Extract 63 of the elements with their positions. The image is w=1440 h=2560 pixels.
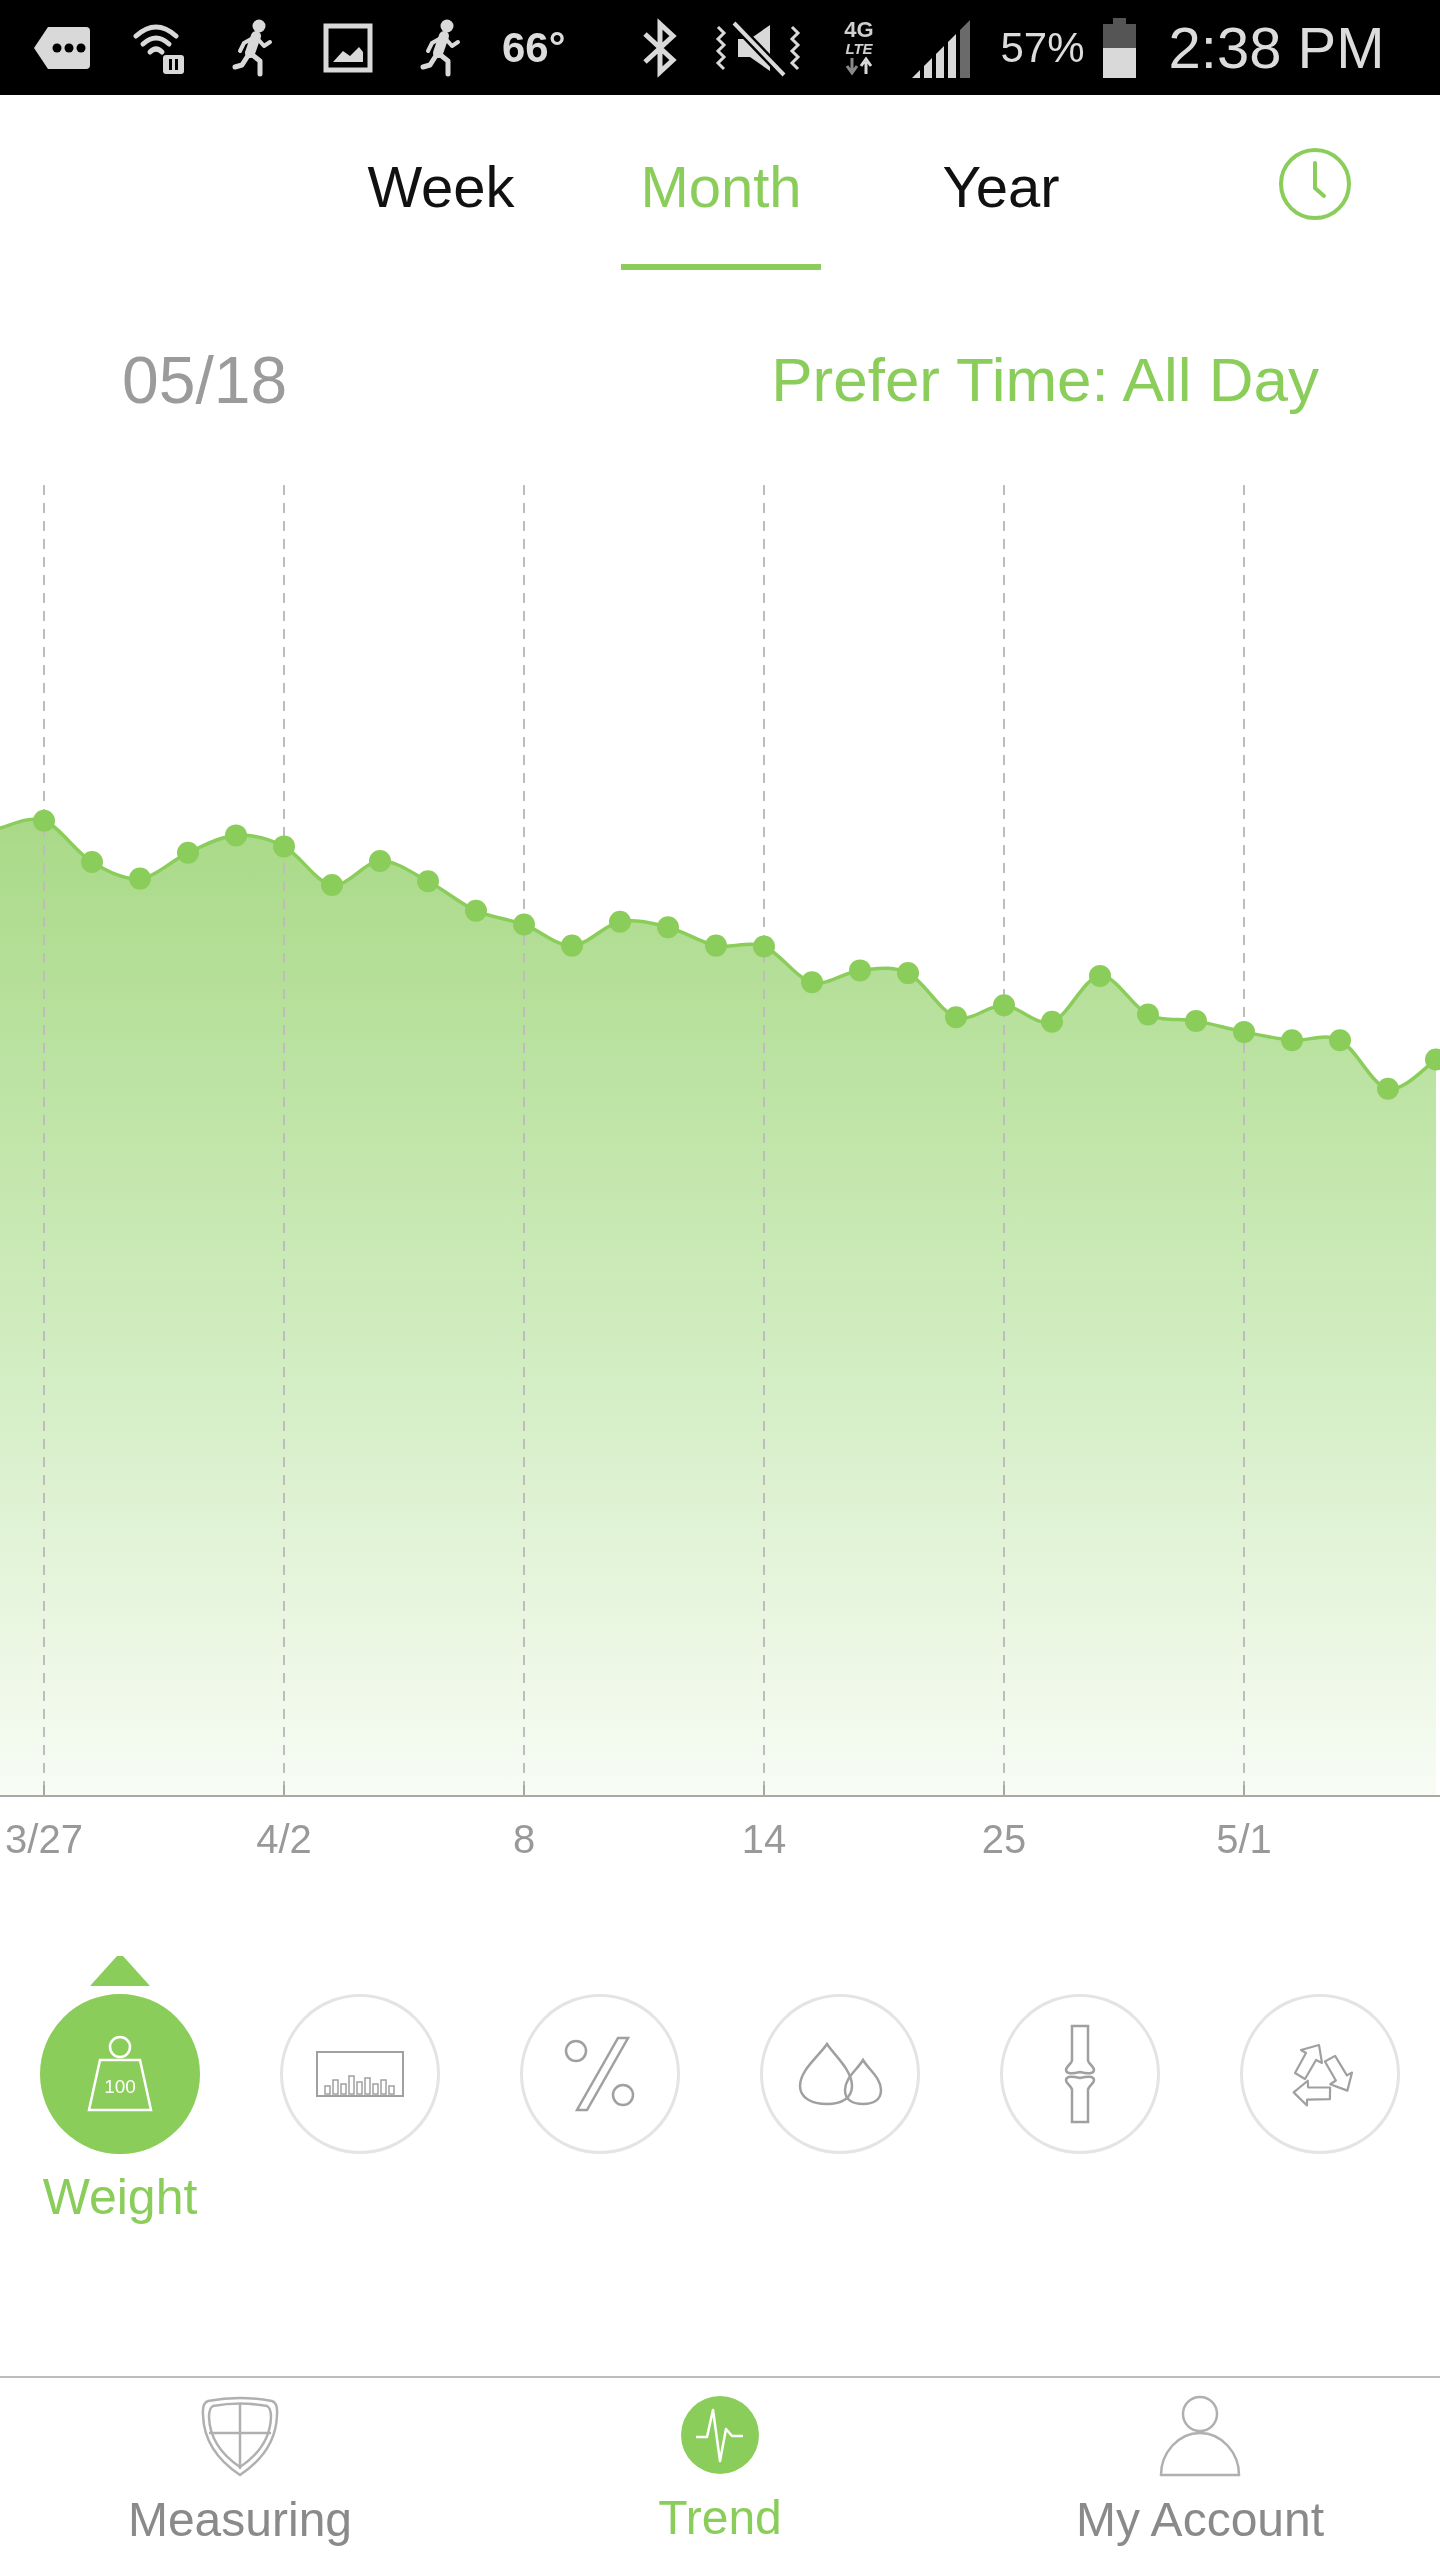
data-point: [753, 935, 775, 958]
axis-label: 3/27: [5, 1817, 83, 1861]
data-point: [513, 913, 535, 936]
data-point: [1089, 964, 1111, 987]
pointer-triangle-icon: [90, 1954, 150, 1986]
data-point: [1137, 1003, 1159, 1026]
message-icon: [32, 24, 91, 71]
data-point: [1185, 1009, 1207, 1032]
metric-button[interactable]: 100: [40, 1994, 200, 2154]
period-tab[interactable]: Month: [621, 152, 821, 270]
clock-icon[interactable]: [1278, 147, 1352, 221]
data-point: [129, 867, 151, 890]
data-point: [945, 1006, 967, 1029]
network-type-text: 4G: [844, 19, 874, 41]
person-icon: [1158, 2395, 1242, 2477]
data-point: [1329, 1029, 1351, 1052]
data-point: [273, 835, 295, 858]
runner-icon: [232, 18, 273, 77]
period-tab[interactable]: Year: [901, 152, 1101, 270]
network-subtype-text: LTE: [845, 41, 873, 56]
pulse-icon: [680, 2395, 760, 2475]
data-point: [417, 870, 439, 893]
axis-label: 8: [512, 1817, 536, 1861]
data-point: [561, 934, 583, 957]
runner-icon: [420, 18, 461, 77]
axis-label: 14: [741, 1817, 787, 1861]
temperature-text: 66°: [502, 23, 566, 72]
data-point: [321, 874, 343, 896]
axis-label: 4/2: [256, 1817, 312, 1861]
data-point: [225, 824, 247, 847]
axis-label: 25: [981, 1817, 1027, 1861]
data-point: [1377, 1077, 1399, 1100]
nav-tab[interactable]: Measuring: [0, 2378, 480, 2560]
data-point: [1041, 1010, 1063, 1033]
clock-time-text: 2:38 PM: [1168, 15, 1385, 80]
data-point: [801, 971, 823, 994]
data-point: [81, 851, 103, 873]
battery-icon: [1100, 17, 1138, 78]
data-point: [993, 994, 1015, 1017]
data-arrows-icon: [844, 56, 874, 76]
axis-label: 5/1: [1216, 1817, 1272, 1861]
battery-percent-text: 57%: [1000, 23, 1085, 72]
nav-tab[interactable]: My Account: [960, 2378, 1440, 2560]
date-text: 05/18: [122, 342, 288, 418]
shield-icon: [200, 2395, 280, 2477]
data-point: [609, 910, 631, 933]
data-point: [705, 934, 727, 957]
data-point: [1233, 1020, 1255, 1043]
data-point: [657, 916, 679, 939]
data-point: [897, 962, 919, 985]
data-point: [849, 959, 871, 982]
period-tab[interactable]: Week: [341, 152, 541, 270]
prefer-time-text: Prefer Time: All Day: [771, 344, 1319, 416]
data-point: [33, 809, 55, 832]
data-point: [465, 899, 487, 922]
bar-chart-icon: [315, 2050, 405, 2098]
data-point: [177, 841, 199, 864]
data-point: [1425, 1048, 1440, 1071]
metric-label: Weight: [42, 2168, 198, 2226]
image-icon: [323, 22, 373, 73]
nav-tab[interactable]: Trend: [480, 2378, 960, 2560]
data-point: [1281, 1029, 1303, 1052]
data-point: [369, 850, 391, 872]
